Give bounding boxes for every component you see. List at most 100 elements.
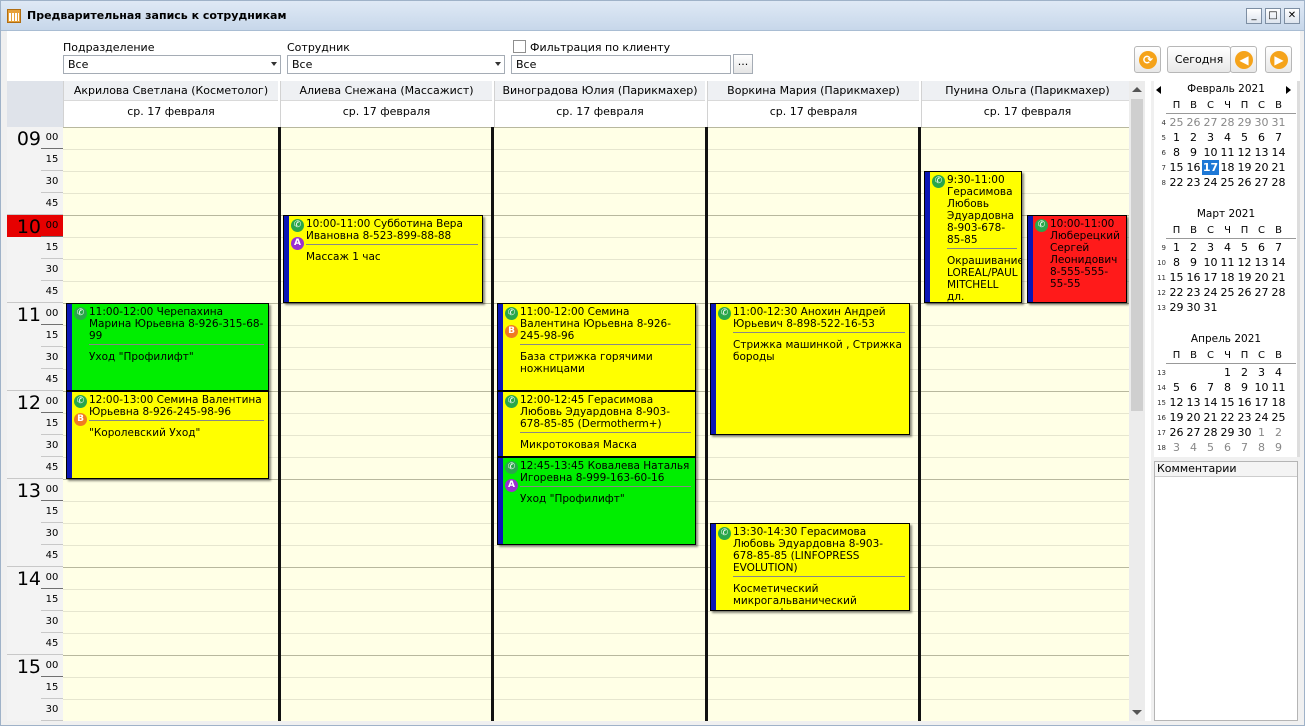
calendar-day[interactable]: 5 [1236,130,1253,145]
calendar-day[interactable]: 18 [1219,270,1236,285]
calendar-day[interactable]: 27 [1202,115,1219,130]
calendar-day[interactable]: 2 [1236,365,1253,380]
department-select[interactable]: Все [63,55,281,74]
calendar-day[interactable]: 15 [1219,395,1236,410]
calendar-day[interactable]: 1 [1168,130,1185,145]
appointment-card[interactable]: ✆ 12:00-12:45 Герасимова Любовь Эдуардовн… [497,391,696,457]
calendar-day[interactable]: 30 [1185,300,1202,315]
calendar-day[interactable]: 2 [1185,240,1202,255]
scroll-down-icon[interactable] [1132,710,1142,715]
calendar-day[interactable]: 17 [1202,160,1219,175]
calendar-day[interactable]: 6 [1219,440,1236,455]
calendar-day[interactable]: 18 [1219,160,1236,175]
calendar-day[interactable]: 11 [1219,145,1236,160]
calendar-day[interactable]: 29 [1219,425,1236,440]
calendar-day[interactable]: 19 [1236,270,1253,285]
calendar-day[interactable]: 9 [1270,440,1287,455]
calendar-day[interactable]: 12 [1236,145,1253,160]
next-button[interactable]: ▶ [1265,46,1292,73]
calendar-day[interactable]: 12 [1236,255,1253,270]
calendar-day[interactable]: 25 [1168,115,1185,130]
calendar-scrollbar[interactable] [1297,81,1300,457]
calendar-day[interactable]: 12 [1168,395,1185,410]
calendar-day[interactable]: 23 [1185,285,1202,300]
appointment-card[interactable]: ✆ А 10:00-11:00 Субботина Вера Ивановна 8-… [283,215,483,303]
calendar-day[interactable]: 21 [1270,160,1287,175]
calendar-day[interactable]: 9 [1185,255,1202,270]
calendar-day[interactable]: 20 [1185,410,1202,425]
calendar-day[interactable]: 1 [1219,365,1236,380]
calendar-day[interactable]: 15 [1168,160,1185,175]
calendar-day[interactable]: 13 [1253,145,1270,160]
calendar-day[interactable]: 11 [1270,380,1287,395]
calendar-day[interactable]: 14 [1202,395,1219,410]
appointment-card[interactable]: ✆ 9:30-11:00 Герасимова Любовь Эдуардовна… [924,171,1022,303]
calendar-day[interactable]: 8 [1219,380,1236,395]
calendar-day[interactable]: 7 [1202,380,1219,395]
calendar-day[interactable]: 6 [1185,380,1202,395]
calendar-day[interactable]: 3 [1253,365,1270,380]
schedule-scrollbar[interactable] [1129,81,1145,721]
calendar-day[interactable]: 23 [1236,410,1253,425]
calendar-day[interactable]: 26 [1236,285,1253,300]
calendar-day[interactable]: 28 [1219,115,1236,130]
minimize-button[interactable]: _ [1246,8,1262,24]
calendar-day[interactable]: 5 [1236,240,1253,255]
calendar-day[interactable]: 30 [1253,115,1270,130]
refresh-button[interactable]: ⟳ [1134,46,1161,73]
calendar-day[interactable]: 24 [1253,410,1270,425]
calendar-day[interactable]: 13 [1185,395,1202,410]
client-filter-input[interactable]: Все [511,55,731,74]
calendar-day[interactable]: 20 [1253,270,1270,285]
calendar-day[interactable]: 17 [1202,270,1219,285]
calendar-day[interactable]: 7 [1270,130,1287,145]
calendar-day[interactable]: 16 [1185,270,1202,285]
calendar-day[interactable]: 14 [1270,145,1287,160]
calendar-day[interactable]: 21 [1202,410,1219,425]
calendar-day[interactable]: 10 [1202,255,1219,270]
mini-calendar[interactable]: Февраль 2021 П В С Ч П С В 4 25 26 27 28 29 30 31 5 1 2 3 4 5… [1154,81,1298,457]
appointment-card[interactable]: ✆ 11:00-12:30 Анохин Андрей Юрьевич 8-898… [710,303,910,435]
next-month-icon[interactable] [1286,86,1291,94]
employee-select[interactable]: Все [287,55,505,74]
calendar-day[interactable]: 4 [1219,240,1236,255]
calendar-day[interactable]: 2 [1270,425,1287,440]
scroll-thumb[interactable] [1131,99,1143,411]
calendar-day[interactable]: 22 [1219,410,1236,425]
appointment-card[interactable]: ✆ 10:00-11:00 Люберецкий Сергей Леонидови… [1027,215,1127,303]
column-header[interactable]: Воркина Мария (Парикмахер) ср. 17 февраля [707,81,919,127]
calendar-day[interactable]: 15 [1168,270,1185,285]
appointment-card[interactable]: ✆ 11:00-12:00 Черепахина Марина Юрьевна 8… [66,303,269,391]
calendar-day[interactable]: 7 [1236,440,1253,455]
appointment-card[interactable]: ✆ А 12:45-13:45 Ковалева Наталья Игоревна … [497,457,696,545]
calendar-day[interactable]: 24 [1202,285,1219,300]
calendar-day[interactable]: 1 [1253,425,1270,440]
today-button[interactable]: Сегодня [1167,46,1231,73]
client-filter-checkbox[interactable] [513,40,526,53]
calendar-day[interactable]: 28 [1270,175,1287,190]
calendar-day[interactable]: 11 [1219,255,1236,270]
close-button[interactable]: ✕ [1284,8,1300,24]
calendar-day[interactable]: 8 [1168,145,1185,160]
prev-button[interactable]: ◀ [1230,46,1257,73]
calendar-day[interactable]: 27 [1253,285,1270,300]
calendar-day[interactable]: 19 [1236,160,1253,175]
column-header[interactable]: Пунина Ольга (Парикмахер) ср. 17 февраля [921,81,1133,127]
scroll-up-icon[interactable] [1132,87,1142,92]
calendar-day[interactable]: 19 [1168,410,1185,425]
calendar-day[interactable]: 17 [1253,395,1270,410]
calendar-day[interactable]: 22 [1168,175,1185,190]
calendar-day[interactable]: 27 [1185,425,1202,440]
calendar-day[interactable]: 4 [1185,440,1202,455]
calendar-day[interactable]: 3 [1202,240,1219,255]
calendar-day[interactable]: 1 [1168,240,1185,255]
calendar-day[interactable]: 6 [1253,130,1270,145]
calendar-day[interactable]: 16 [1185,160,1202,175]
calendar-day[interactable]: 3 [1202,130,1219,145]
calendar-day[interactable]: 2 [1185,130,1202,145]
calendar-day[interactable]: 26 [1168,425,1185,440]
calendar-day[interactable]: 4 [1270,365,1287,380]
calendar-day[interactable]: 30 [1236,425,1253,440]
calendar-day[interactable]: 27 [1253,175,1270,190]
prev-month-icon[interactable] [1156,86,1161,94]
